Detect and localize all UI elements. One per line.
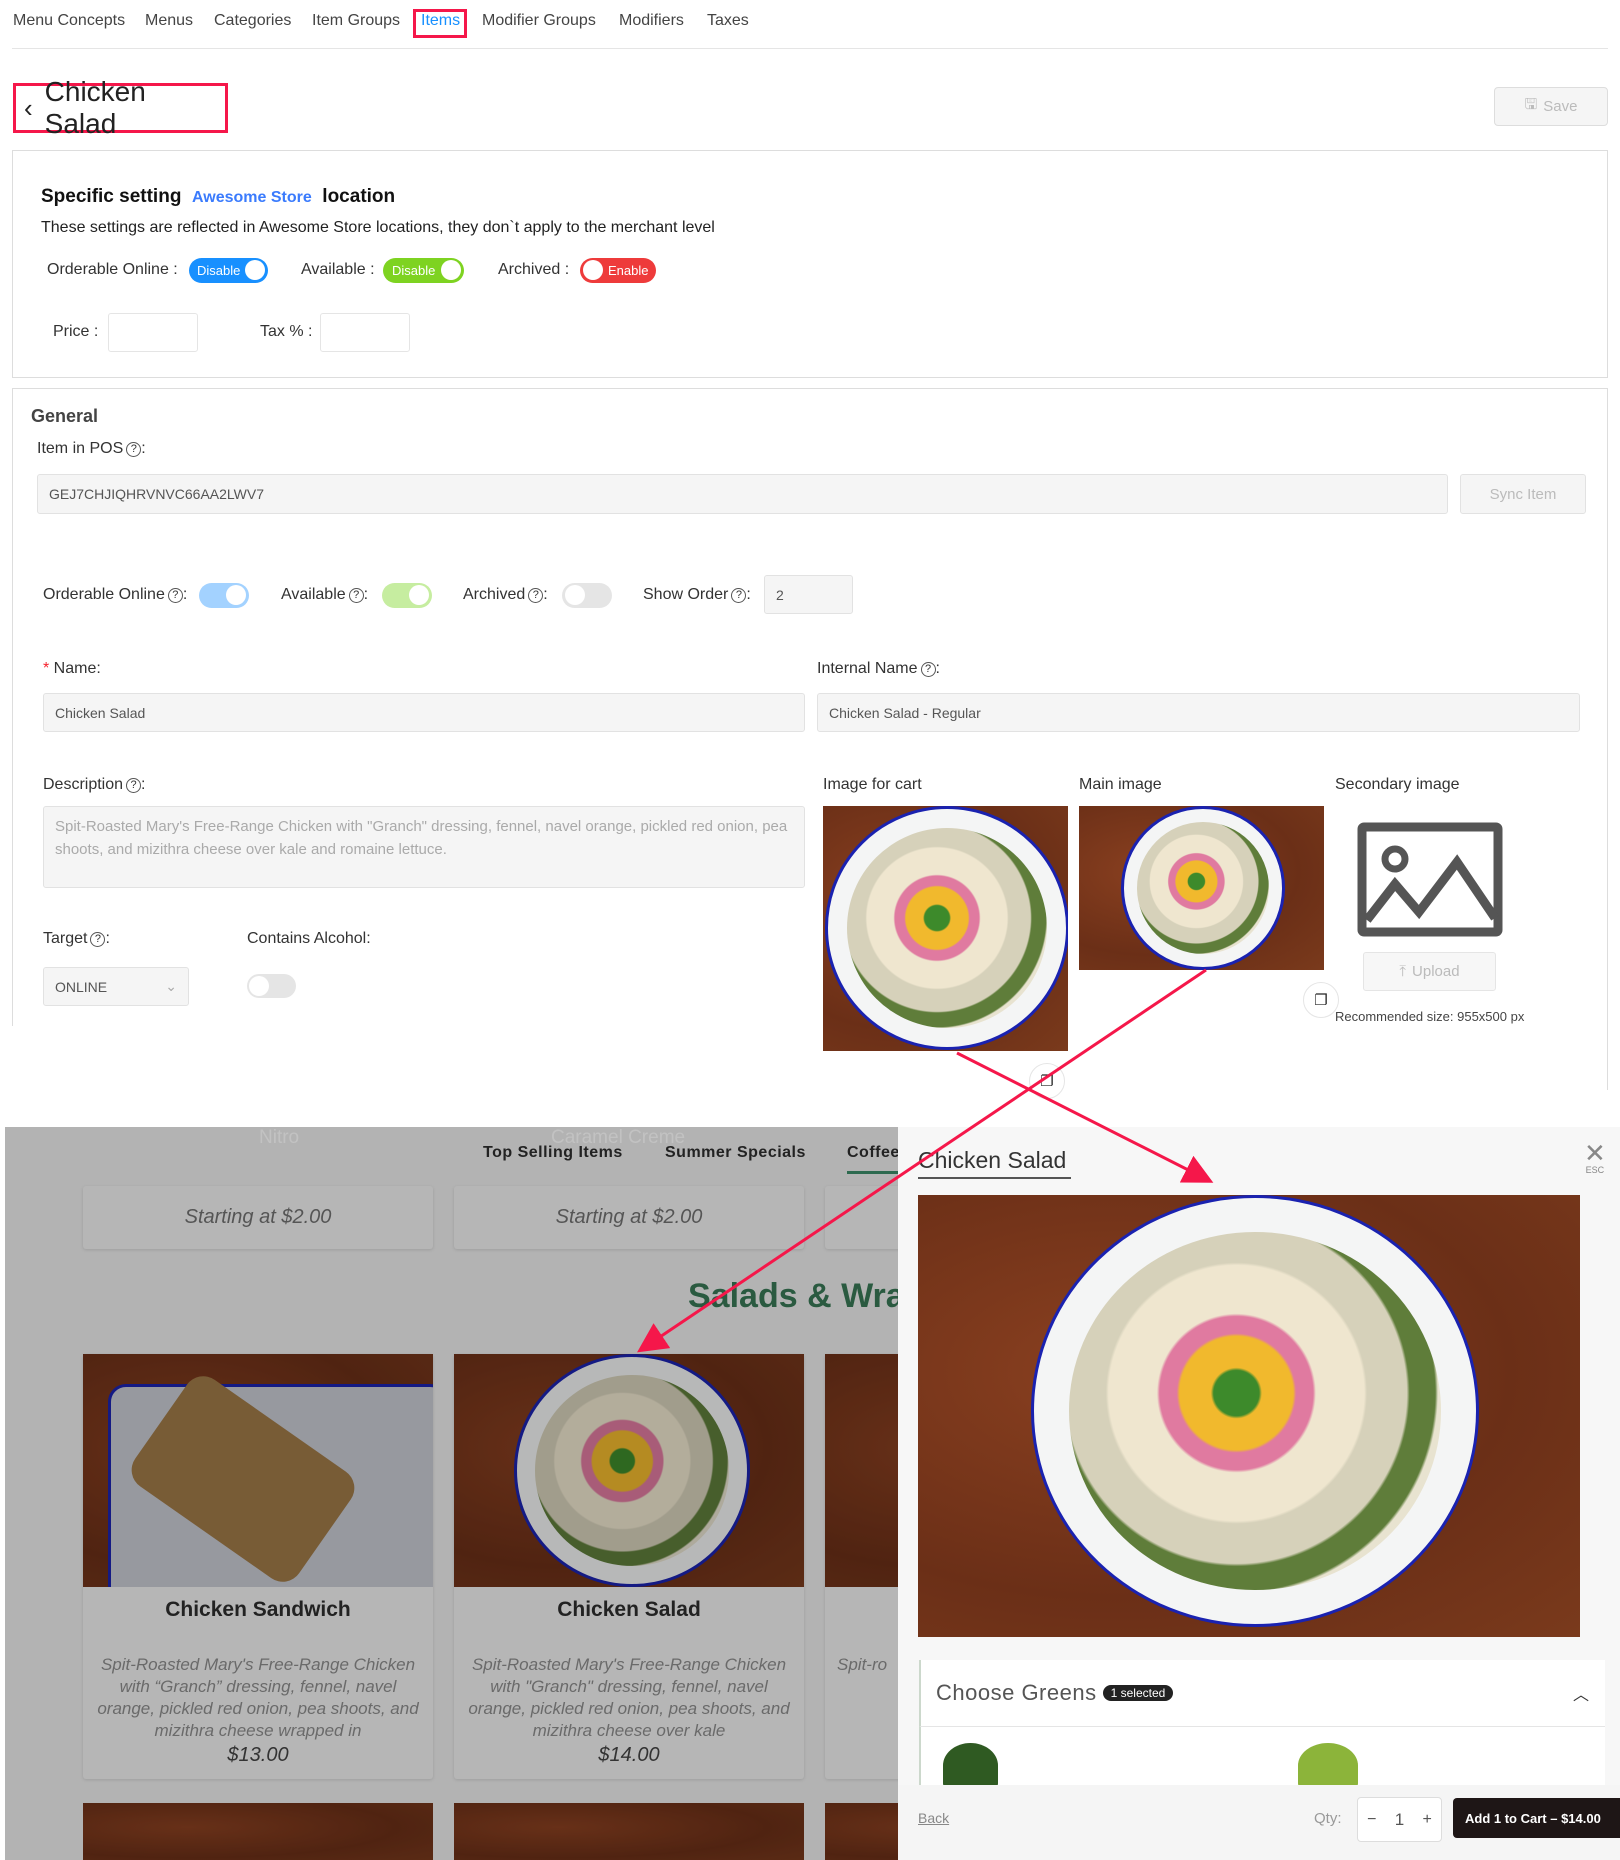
recommended-size: Recommended size: 955x500 px — [1335, 1009, 1525, 1024]
main-image[interactable] — [1079, 806, 1324, 970]
target-select[interactable]: ONLINE ⌄ — [43, 967, 189, 1006]
product-card[interactable]: Starting at $2.00 — [83, 1186, 433, 1249]
product-card[interactable]: Spit-ro — [825, 1354, 898, 1779]
general-title: General — [31, 406, 99, 426]
section-heading: Salads & Wraps — [688, 1277, 898, 1315]
tab-coffee[interactable]: Coffee — [847, 1144, 898, 1174]
specific-title: Specific setting Awesome Store location — [41, 186, 396, 207]
main-image-label: Main image — [1079, 776, 1162, 793]
show-order-label: Show Order?: — [643, 586, 751, 603]
product-card-chicken-sandwich[interactable]: Chicken Sandwich Spit-Roasted Mary's Fre… — [83, 1354, 433, 1779]
save-button[interactable]: 🖫 Save — [1494, 87, 1608, 126]
target-label: Target?: — [43, 930, 110, 947]
price-label: Price : — [53, 323, 99, 340]
help-icon: ? — [920, 662, 936, 677]
save-icon: 🖫 — [1524, 96, 1538, 113]
nav-modifier-groups[interactable]: Modifier Groups — [482, 12, 596, 30]
name-input[interactable]: Chicken Salad — [43, 693, 805, 732]
available-switch[interactable] — [382, 583, 432, 608]
nav-items[interactable]: Items — [421, 12, 460, 30]
archived-switch[interactable] — [562, 583, 612, 608]
copy-icon[interactable]: ❐ — [1029, 1063, 1065, 1099]
upload-icon: ⤒ — [1399, 963, 1407, 980]
orderable-label: Orderable Online : — [47, 261, 178, 278]
pos-label: Item in POS?: — [37, 440, 146, 457]
help-icon: ? — [126, 442, 142, 457]
upload-button[interactable]: ⤒ Upload — [1363, 952, 1496, 991]
plus-button[interactable]: + — [1423, 1811, 1432, 1829]
archived-label: Archived?: — [463, 586, 548, 603]
sync-item-button[interactable]: Sync Item — [1460, 474, 1586, 514]
help-icon: ? — [348, 588, 364, 603]
help-icon: ? — [528, 588, 544, 603]
back-chevron-icon[interactable]: ‹ — [24, 93, 33, 124]
greens-option-romaine[interactable] — [1298, 1743, 1358, 1788]
tax-input[interactable] — [320, 313, 410, 352]
internal-name-input[interactable]: Chicken Salad - Regular — [817, 693, 1580, 732]
chevron-up-icon: ︿ — [1572, 1687, 1589, 1704]
close-button[interactable]: ✕ ESC — [1584, 1138, 1606, 1175]
quantity-stepper[interactable]: −1 + — [1357, 1797, 1442, 1842]
divider — [12, 388, 1608, 389]
modal-title: Chicken Salad — [918, 1147, 1071, 1179]
nav-menus[interactable]: Menus — [145, 12, 193, 30]
item-modal: Chicken Salad ✕ ESC Choose Greens 1 selec… — [898, 1127, 1620, 1860]
add-to-cart-button[interactable]: Add 1 to Cart – $14.00 — [1453, 1798, 1620, 1838]
available-label: Available : — [301, 261, 375, 278]
minus-button[interactable]: − — [1367, 1811, 1376, 1829]
storefront-preview: Nitro Caramel Creme Top Selling Items Su… — [5, 1127, 898, 1860]
nav-taxes[interactable]: Taxes — [707, 12, 749, 30]
secondary-image-label: Secondary image — [1335, 776, 1460, 793]
selected-badge: 1 selected — [1102, 1685, 1174, 1701]
help-icon: ? — [167, 588, 183, 603]
contains-alcohol-switch[interactable] — [247, 974, 296, 998]
tab-top-selling[interactable]: Top Selling Items — [483, 1144, 623, 1162]
divider — [1607, 388, 1608, 1090]
orderable-label: Orderable Online?: — [43, 586, 188, 603]
available-toggle[interactable]: Disable — [383, 258, 464, 283]
modal-image — [918, 1195, 1580, 1637]
close-icon: ✕ — [1584, 1138, 1606, 1168]
qty-label: Qty: — [1314, 1810, 1342, 1827]
description-label: Description?: — [43, 776, 146, 793]
orderable-online-toggle[interactable]: Disable — [189, 258, 268, 283]
tax-label: Tax % : — [260, 323, 313, 340]
product-card[interactable]: Starting at $2.00 — [454, 1186, 804, 1249]
help-icon: ? — [731, 588, 747, 603]
cart-image[interactable] — [823, 806, 1068, 1051]
nav-categories[interactable]: Categories — [214, 12, 291, 30]
specific-note: These settings are reflected in Awesome … — [41, 219, 715, 236]
pos-item-input[interactable]: GEJ7CHJIQHRVNVC66AA2LWV7 — [37, 474, 1448, 514]
nav-modifiers[interactable]: Modifiers — [619, 12, 684, 30]
chevron-down-icon: ⌄ — [165, 978, 177, 994]
back-link[interactable]: Back — [918, 1810, 949, 1826]
help-icon: ? — [90, 932, 106, 947]
description-textarea[interactable]: Spit-Roasted Mary's Free-Range Chicken w… — [43, 806, 805, 888]
name-label: * Name: — [43, 660, 101, 677]
nav-menu-concepts[interactable]: Menu Concepts — [13, 12, 125, 30]
greens-option-kale[interactable] — [943, 1743, 998, 1788]
internal-name-label: Internal Name?: — [817, 660, 940, 677]
archived-label: Archived : — [498, 261, 570, 278]
tab-summer-specials[interactable]: Summer Specials — [665, 1144, 806, 1162]
show-order-input[interactable]: 2 — [764, 575, 853, 614]
product-card-chicken-salad[interactable]: Chicken Salad Spit-Roasted Mary's Free-R… — [454, 1354, 804, 1779]
divider — [12, 388, 13, 1026]
help-icon: ? — [126, 778, 142, 793]
copy-icon[interactable]: ❐ — [1303, 982, 1339, 1018]
available-label: Available?: — [281, 586, 369, 603]
choose-greens-header[interactable]: Choose Greens 1 selected ︿ — [919, 1660, 1605, 1727]
orderable-online-switch[interactable] — [199, 583, 249, 608]
archived-toggle[interactable]: Enable — [580, 258, 656, 283]
price-input[interactable] — [108, 313, 198, 352]
divider — [12, 48, 1608, 49]
page-title: ‹ Chicken Salad — [13, 76, 228, 139]
image-placeholder-icon — [1357, 822, 1503, 937]
alcohol-label: Contains Alcohol: — [247, 930, 371, 947]
nav-item-groups[interactable]: Item Groups — [312, 12, 400, 30]
cart-image-label: Image for cart — [823, 776, 922, 793]
